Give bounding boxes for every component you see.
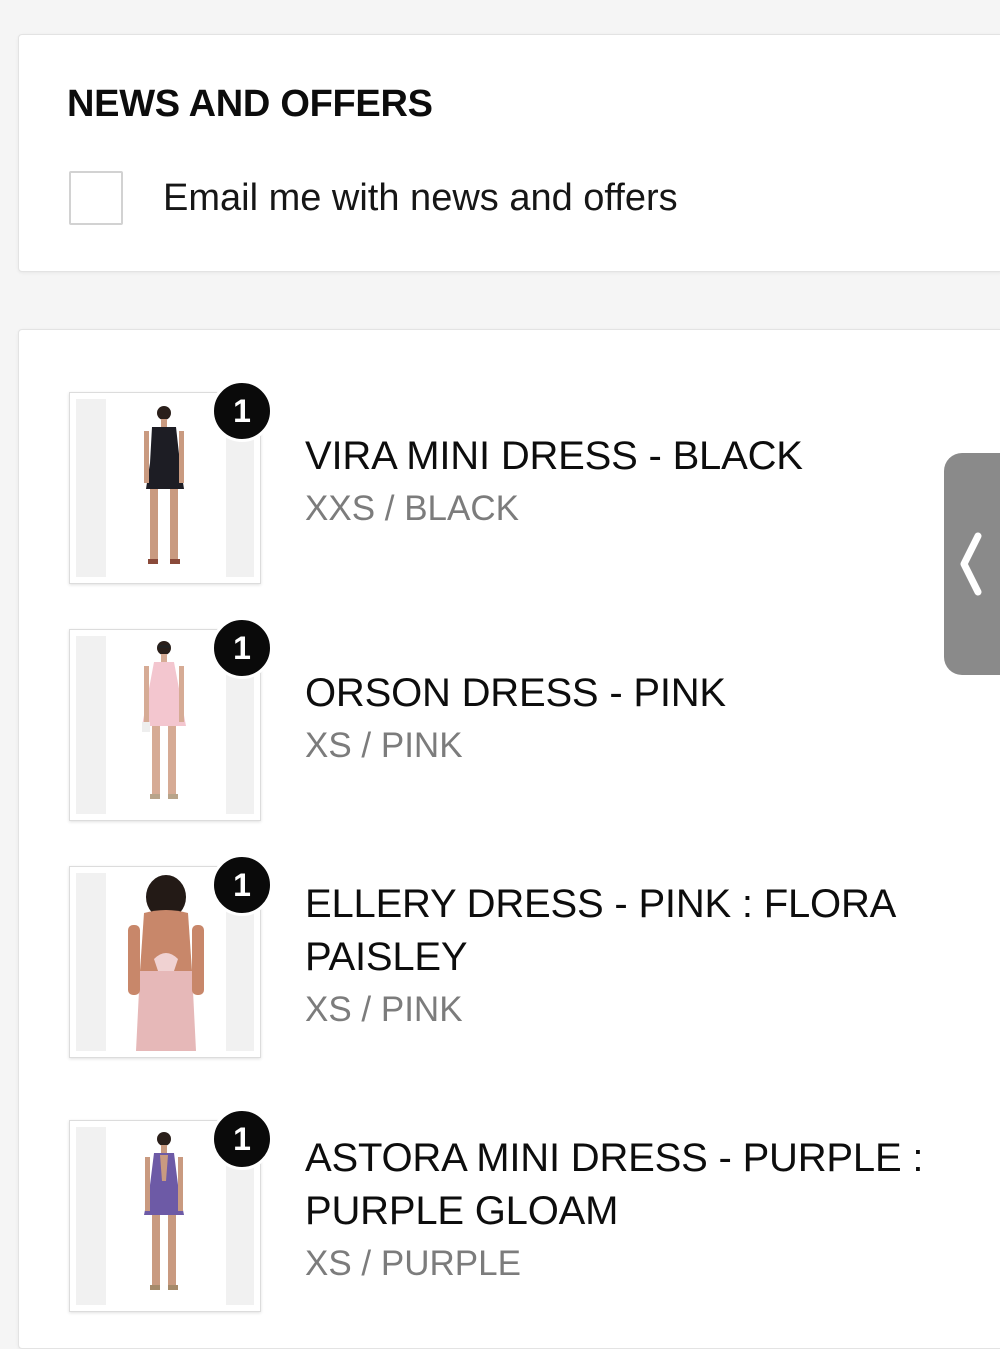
product-name: ORSON DRESS - PINK xyxy=(305,671,726,715)
side-panel-tab[interactable] xyxy=(944,453,1000,675)
product-name: ASTORA MINI DRESS - PURPLE : xyxy=(305,1136,924,1180)
product-name-line-2: PAISLEY xyxy=(305,935,468,979)
dress-shape xyxy=(146,427,184,489)
quantity-badge: 1 xyxy=(211,617,273,679)
news-offers-heading: NEWS AND OFFERS xyxy=(67,83,433,125)
product-variant: XXS / BLACK xyxy=(305,489,519,528)
product-name: VIRA MINI DRESS - BLACK xyxy=(305,434,803,478)
product-variant: XS / PINK xyxy=(305,726,463,765)
product-name-line-2: PURPLE GLOAM xyxy=(305,1189,619,1233)
dress-shape xyxy=(136,971,196,1051)
quantity-badge: 1 xyxy=(211,1108,273,1170)
product-name: ELLERY DRESS - PINK : FLORA xyxy=(305,882,897,926)
chevron-left-icon xyxy=(960,532,982,596)
quantity-badge: 1 xyxy=(211,854,273,916)
quantity-badge: 1 xyxy=(211,380,273,442)
email-news-label[interactable]: Email me with news and offers xyxy=(163,177,678,220)
product-variant: XS / PURPLE xyxy=(305,1244,521,1283)
email-news-checkbox[interactable] xyxy=(69,171,123,225)
order-summary-items: 1 VIRA MINI DRESS - BLACK XXS / BLACK 1 … xyxy=(18,329,1000,1349)
news-offers-option[interactable]: Email me with news and offers xyxy=(69,171,678,225)
news-offers-section: NEWS AND OFFERS Email me with news and o… xyxy=(18,34,1000,272)
product-variant: XS / PINK xyxy=(305,990,463,1029)
